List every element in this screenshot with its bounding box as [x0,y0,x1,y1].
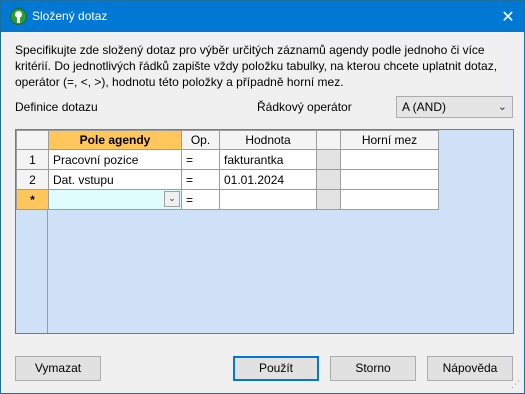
dialog-window: Složený dotaz ✕ Specifikujte zde složený… [0,0,525,394]
corner-header [16,130,49,150]
value-cell[interactable]: 01.01.2024 [219,169,317,190]
column-header-operator[interactable]: Op. [181,130,220,150]
app-logo-icon [10,8,27,25]
field-cell[interactable]: Pracovní pozice [48,149,182,170]
column-header-upper-bound[interactable]: Horní mez [340,130,439,150]
operator-cell[interactable]: = [181,189,220,210]
title-bar[interactable]: Složený dotaz ✕ [1,1,524,32]
apply-button[interactable]: Použít [233,356,319,381]
chevron-down-icon: ⌄ [497,100,507,113]
column-header-extra[interactable] [316,130,341,150]
extra-cell [316,169,341,190]
value-cell[interactable] [219,189,317,210]
operator-cell[interactable]: = [181,149,220,170]
row-operator-select[interactable]: A (AND) ⌄ [396,96,513,118]
close-icon: ✕ [501,7,515,26]
header-row: Pole agendy Op. Hodnota Horní mez [16,130,439,150]
new-row-marker[interactable]: * [16,189,49,210]
instructions-text: Specifikujte zde složený dotaz pro výběr… [15,43,498,89]
cancel-button[interactable]: Storno [330,356,416,381]
row-number[interactable]: 2 [16,169,49,190]
resize-grip-icon[interactable]: ⋰ [511,380,521,390]
chevron-down-icon: ⌄ [168,194,176,204]
query-grid[interactable]: Pole agendy Op. Hodnota Horní mez 1 Prac… [15,129,514,334]
extra-cell [316,149,341,170]
column-header-field[interactable]: Pole agendy [48,130,182,150]
window-title: Složený dotaz [32,9,108,23]
value-cell[interactable]: fakturantka [219,149,317,170]
table-row[interactable]: 1 Pracovní pozice = fakturantka [16,149,439,170]
new-row[interactable]: * ⌄ = [16,189,439,210]
query-definition-label: Definice dotazu [15,100,98,114]
field-dropdown-button[interactable]: ⌄ [164,191,180,207]
upper-bound-cell[interactable] [340,189,439,210]
clear-button[interactable]: Vymazat [15,356,101,381]
table-row[interactable]: 2 Dat. vstupu = 01.01.2024 [16,169,439,190]
column-header-value[interactable]: Hodnota [219,130,317,150]
operator-cell[interactable]: = [181,169,220,190]
row-operator-value: A (AND) [402,100,447,114]
field-cell[interactable]: Dat. vstupu [48,169,182,190]
help-button[interactable]: Nápověda [427,356,513,381]
upper-bound-cell[interactable] [340,149,439,170]
extra-cell [316,189,341,210]
field-select[interactable]: ⌄ [48,189,182,210]
row-number[interactable]: 1 [16,149,49,170]
row-operator-label: Řádkový operátor [257,100,352,114]
close-button[interactable]: ✕ [496,5,520,28]
query-table: Pole agendy Op. Hodnota Horní mez 1 Prac… [16,130,439,210]
upper-bound-cell[interactable] [340,169,439,190]
